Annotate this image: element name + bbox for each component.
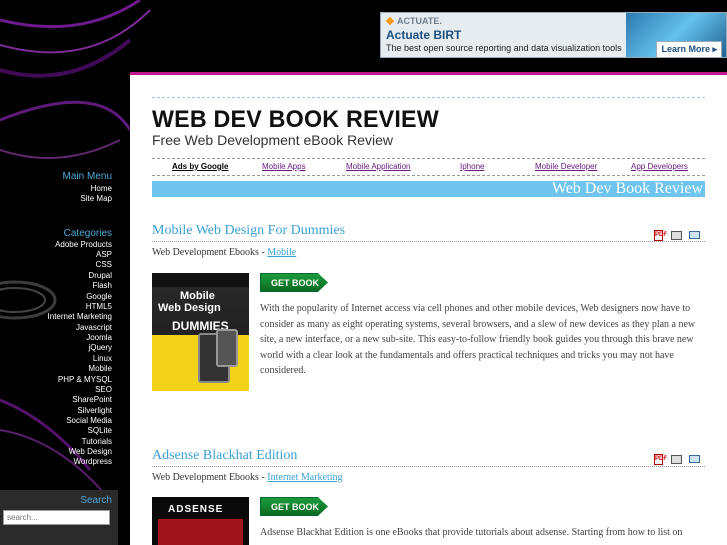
ad-link-mobile-apps[interactable]: Mobile Apps [262, 162, 306, 171]
post-body: With the popularity of Internet access v… [260, 303, 696, 376]
category-sharepoint[interactable]: SharePoint [72, 395, 112, 404]
email-icon[interactable] [689, 455, 700, 463]
category-wordpress[interactable]: Wordpress [73, 457, 112, 466]
book-cover-adsense-blackhat[interactable]: ADSENSE [152, 497, 249, 545]
search-title: Search [80, 495, 112, 506]
get-book-button[interactable]: GET BOOK [260, 497, 328, 516]
cover-phone-image-2 [216, 329, 238, 367]
header-divider [152, 97, 705, 98]
category-social-media[interactable]: Social Media [66, 416, 112, 425]
category-silverlight[interactable]: Silverlight [77, 406, 112, 415]
category-jquery[interactable]: jQuery [88, 343, 112, 352]
post-meta: Web Development Ebooks - Mobile [152, 247, 296, 258]
search-input[interactable] [3, 510, 110, 525]
get-book-button[interactable]: GET BOOK [260, 273, 328, 292]
cover-top-strip [152, 273, 249, 287]
post-divider [152, 466, 705, 467]
categories-title: Categories [63, 228, 112, 239]
category-adobe-products[interactable]: Adobe Products [55, 240, 112, 249]
category-joomla[interactable]: Joomla [86, 333, 112, 342]
ad-brand: ACTUATE. [397, 16, 442, 26]
post-title-mobile-web-design[interactable]: Mobile Web Design For Dummies [152, 223, 345, 239]
category-web-design[interactable]: Web Design [69, 447, 112, 456]
category-seo[interactable]: SEO [95, 385, 112, 394]
post-meta-prefix: Web Development Ebooks - [152, 472, 268, 483]
post-meta: Web Development Ebooks - Internet Market… [152, 472, 343, 483]
menu-item-site-map[interactable]: Site Map [80, 194, 112, 203]
book-cover-mobile-web-design[interactable]: Mobile Web Design DUMMIES [152, 273, 249, 391]
category-flash[interactable]: Flash [92, 281, 112, 290]
category-javascript[interactable]: Javascript [76, 323, 112, 332]
left-sidebar: Main Menu Home Site Map Categories Adobe… [0, 75, 130, 545]
post-category-link[interactable]: Internet Marketing [267, 472, 342, 483]
category-css[interactable]: CSS [96, 260, 112, 269]
category-php-mysql[interactable]: PHP & MYSQL [58, 375, 112, 384]
main-menu-title: Main Menu [62, 171, 112, 182]
banner-text: Web Dev Book Review [551, 180, 703, 197]
cover-red-panel [158, 519, 243, 545]
print-icon[interactable] [671, 455, 682, 464]
ads-by-google-label[interactable]: Ads by Google [172, 162, 228, 171]
email-icon[interactable] [689, 231, 700, 239]
post-divider [152, 241, 705, 242]
post-title-adsense-blackhat[interactable]: Adsense Blackhat Edition [152, 448, 297, 464]
actuate-ad-banner[interactable]: ACTUATE. Actuate BIRT The best open sour… [380, 12, 727, 58]
ad-link-app-developers[interactable]: App Developers [631, 162, 688, 171]
category-google[interactable]: Google [86, 292, 112, 301]
category-linux[interactable]: Linux [93, 354, 112, 363]
pdf-icon[interactable]: PDF [654, 230, 667, 241]
ad-link-mobile-application[interactable]: Mobile Application [346, 162, 410, 171]
category-sqlite[interactable]: SQLite [88, 426, 112, 435]
category-html5[interactable]: HTML5 [86, 302, 112, 311]
site-title[interactable]: WEB DEV BOOK REVIEW [152, 106, 439, 134]
cover-title: ADSENSE [168, 504, 224, 515]
post-meta-prefix: Web Development Ebooks - [152, 247, 268, 258]
main-content: WEB DEV BOOK REVIEW Free Web Development… [130, 75, 727, 545]
cover-title-line1: Mobile [180, 290, 215, 302]
category-tutorials[interactable]: Tutorials [82, 437, 112, 446]
print-icon[interactable] [671, 231, 682, 240]
post-body: Adsense Blackhat Edition is one eBooks t… [260, 527, 683, 538]
site-banner-bar: Web Dev Book Review [152, 180, 705, 197]
ad-links-bar: Ads by Google Mobile Apps Mobile Applica… [152, 158, 705, 176]
post-category-link[interactable]: Mobile [267, 247, 296, 258]
post-actions: PDF [654, 454, 702, 466]
ad-headline[interactable]: Actuate BIRT [386, 28, 461, 42]
category-drupal[interactable]: Drupal [88, 271, 112, 280]
category-mobile[interactable]: Mobile [88, 364, 112, 373]
site-tagline: Free Web Development eBook Review [152, 132, 393, 148]
cover-title-line2: Web Design [158, 302, 221, 314]
ad-learn-more-button[interactable]: Learn More ▸ [656, 41, 722, 57]
menu-item-home[interactable]: Home [91, 184, 112, 193]
category-internet-marketing[interactable]: Internet Marketing [48, 312, 112, 321]
ad-description: The best open source reporting and data … [386, 43, 622, 53]
ad-link-iphone[interactable]: Iphone [460, 162, 484, 171]
category-asp[interactable]: ASP [96, 250, 112, 259]
pdf-icon[interactable]: PDF [654, 454, 667, 465]
ad-link-mobile-developer[interactable]: Mobile Developer [535, 162, 597, 171]
